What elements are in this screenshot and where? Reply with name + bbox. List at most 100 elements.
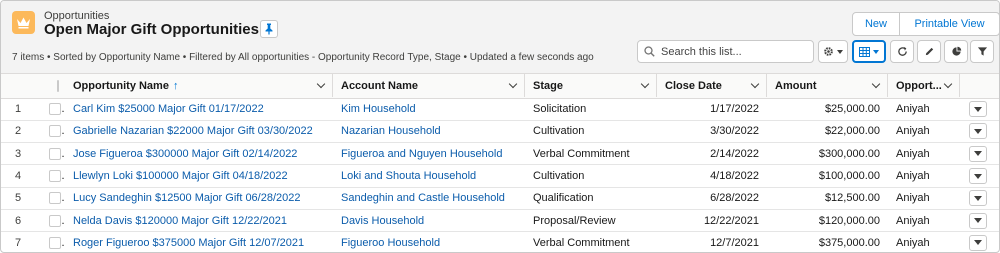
row-number: 2 <box>1 120 37 144</box>
opportunity-link[interactable]: Jose Figueroa $300000 Major Gift 02/14/2… <box>73 148 297 160</box>
row-actions-button[interactable] <box>969 145 987 162</box>
stage-cell: Cultivation <box>525 164 657 188</box>
row-checkbox[interactable] <box>49 103 61 116</box>
filter-icon <box>977 47 987 56</box>
row-checkbox[interactable] <box>49 147 61 160</box>
filters-button[interactable] <box>970 40 994 63</box>
owner-cell: Aniyah <box>888 209 960 233</box>
new-button[interactable]: New <box>853 13 899 35</box>
crown-icon <box>12 11 35 34</box>
opportunity-link[interactable]: Llewlyn Loki $100000 Major Gift 04/18/20… <box>73 170 288 182</box>
column-header-opportunity-owner[interactable]: Opport... <box>888 74 960 99</box>
select-all-header <box>37 74 65 99</box>
sort-ascending-icon: ↑ <box>172 79 179 92</box>
table-header-row: Opportunity Name ↑ Account Name Stage Clo… <box>1 74 999 99</box>
owner-cell: Aniyah <box>888 98 960 121</box>
pencil-icon <box>925 47 933 56</box>
list-title: Open Major Gift Opportunities <box>44 21 259 38</box>
stage-cell: Proposal/Review <box>525 209 657 233</box>
close-date-cell: 2/14/2022 <box>657 142 767 166</box>
row-actions-button[interactable] <box>969 190 987 207</box>
inline-edit-button[interactable] <box>917 40 941 63</box>
table-row: 3 Jose Figueroa $300000 Major Gift 02/14… <box>1 142 999 166</box>
column-header-close-date[interactable]: Close Date <box>657 74 767 99</box>
display-as-button[interactable] <box>852 40 886 63</box>
account-link[interactable]: Loki and Shouta Household <box>341 170 476 182</box>
charts-button[interactable] <box>944 40 968 63</box>
select-all-checkbox[interactable] <box>57 79 59 92</box>
list-settings-button[interactable] <box>818 40 848 63</box>
chevron-down-icon[interactable] <box>943 80 953 89</box>
caret-down-icon <box>837 49 843 54</box>
chevron-down-icon[interactable] <box>871 80 881 89</box>
row-actions-button[interactable] <box>969 234 987 251</box>
account-link[interactable]: Figueroo Household <box>341 237 440 249</box>
caret-down-icon <box>873 49 879 54</box>
account-link[interactable]: Davis Household <box>341 215 424 227</box>
column-header-amount[interactable]: Amount <box>767 74 888 99</box>
row-checkbox[interactable] <box>49 192 61 205</box>
owner-cell: Aniyah <box>888 187 960 210</box>
close-date-cell: 1/17/2022 <box>657 98 767 121</box>
chevron-down-icon[interactable] <box>640 80 650 89</box>
refresh-icon <box>897 46 907 56</box>
close-date-cell: 3/30/2022 <box>657 120 767 144</box>
chevron-down-icon[interactable] <box>508 80 518 89</box>
chevron-down-icon[interactable] <box>316 80 326 89</box>
row-number: 7 <box>1 231 37 252</box>
account-link[interactable]: Figueroa and Nguyen Household <box>341 148 502 160</box>
row-number: 3 <box>1 142 37 166</box>
refresh-button[interactable] <box>890 40 914 63</box>
row-checkbox[interactable] <box>49 236 61 249</box>
row-checkbox[interactable] <box>49 214 61 227</box>
opportunity-link[interactable]: Lucy Sandeghin $12500 Major Gift 06/28/2… <box>73 192 301 204</box>
stage-cell: Verbal Commitment <box>525 142 657 166</box>
table-row: 4 Llewlyn Loki $100000 Major Gift 04/18/… <box>1 164 999 188</box>
column-header-account-name[interactable]: Account Name <box>333 74 525 99</box>
opportunities-table: Opportunity Name ↑ Account Name Stage Clo… <box>1 74 999 252</box>
row-actions-button[interactable] <box>969 101 987 118</box>
close-date-cell: 6/28/2022 <box>657 187 767 210</box>
chevron-down-icon[interactable] <box>750 80 760 89</box>
caret-down-icon <box>974 195 982 201</box>
table-icon <box>859 46 870 57</box>
account-link[interactable]: Kim Household <box>341 103 416 115</box>
amount-cell: $25,000.00 <box>767 98 888 121</box>
caret-down-icon <box>974 218 982 224</box>
stage-cell: Verbal Commitment <box>525 231 657 252</box>
amount-cell: $22,000.00 <box>767 120 888 144</box>
amount-cell: $12,500.00 <box>767 187 888 210</box>
row-checkbox[interactable] <box>49 170 61 183</box>
list-meta-info: 7 items • Sorted by Opportunity Name • F… <box>12 52 594 63</box>
opportunity-link[interactable]: Gabrielle Nazarian $22000 Major Gift 03/… <box>73 125 313 137</box>
row-actions-button[interactable] <box>969 123 987 140</box>
table-row: 2 Gabrielle Nazarian $22000 Major Gift 0… <box>1 120 999 144</box>
row-actions-button[interactable] <box>969 212 987 229</box>
row-number-header <box>1 74 37 99</box>
table-row: 5 Lucy Sandeghin $12500 Major Gift 06/28… <box>1 187 999 210</box>
opportunity-link[interactable]: Roger Figueroo $375000 Major Gift 12/07/… <box>73 237 304 249</box>
amount-cell: $100,000.00 <box>767 164 888 188</box>
search-icon <box>644 46 655 57</box>
account-link[interactable]: Nazarian Household <box>341 125 441 137</box>
account-link[interactable]: Sandeghin and Castle Household <box>341 192 505 204</box>
column-header-opportunity-name[interactable]: Opportunity Name ↑ <box>65 74 333 99</box>
row-checkbox[interactable] <box>49 125 61 138</box>
row-actions-button[interactable] <box>969 168 987 185</box>
caret-down-icon <box>974 128 982 134</box>
opportunity-link[interactable]: Nelda Davis $120000 Major Gift 12/22/202… <box>73 215 287 227</box>
list-view-selector[interactable]: Open Major Gift Opportunities <box>44 21 277 38</box>
table-row: 7 Roger Figueroo $375000 Major Gift 12/0… <box>1 231 999 252</box>
column-header-stage[interactable]: Stage <box>525 74 657 99</box>
printable-view-button[interactable]: Printable View <box>899 13 999 35</box>
row-actions-header <box>960 74 999 99</box>
opportunity-link[interactable]: Carl Kim $25000 Major Gift 01/17/2022 <box>73 103 264 115</box>
pin-button[interactable] <box>260 20 278 38</box>
pie-chart-icon <box>951 46 961 56</box>
header-button-group: New Printable View <box>852 12 999 36</box>
table-body: 1 Carl Kim $25000 Major Gift 01/17/2022 … <box>1 98 999 252</box>
caret-down-icon <box>974 173 982 179</box>
owner-cell: Aniyah <box>888 120 960 144</box>
search-input[interactable] <box>661 45 811 58</box>
list-header: Opportunities Open Major Gift Opportunit… <box>1 1 999 74</box>
